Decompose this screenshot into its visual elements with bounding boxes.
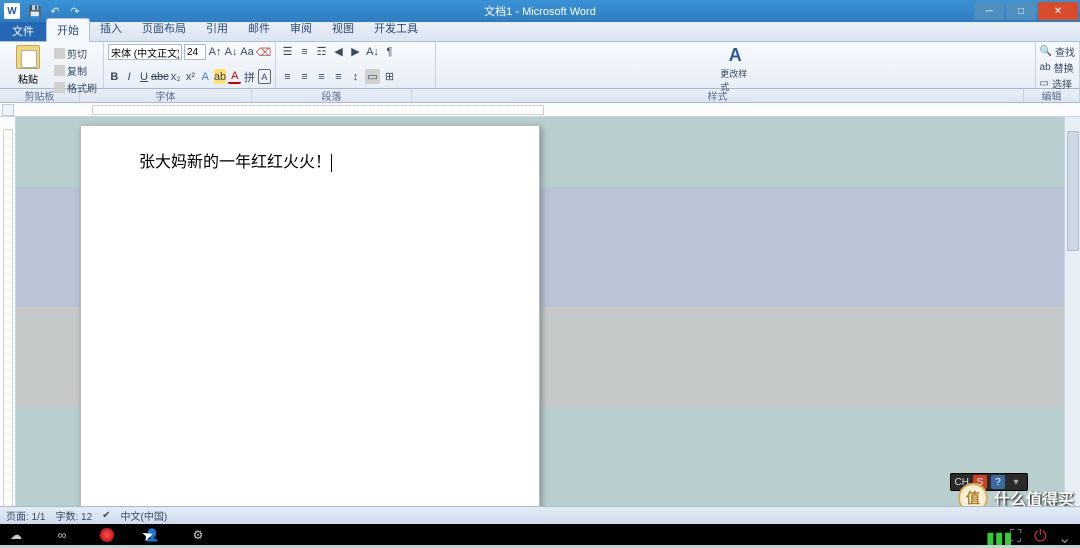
document-workspace: 张大妈新的一年红红火火！ CH S ? ▾ 值 什么值得买 [0,117,1080,535]
align-center-icon[interactable]: ≡ [297,69,312,84]
ribbon: 粘贴 剪切 复制 格式刷 A↑ A↓ Aa ⌫ B I U abc x₂ x² … [0,42,1080,89]
paste-label: 粘贴 [18,71,38,86]
tab-0[interactable]: 开始 [46,18,90,42]
strike-icon[interactable]: abc [152,69,167,84]
title-bar: W 💾 ↶ ↷ 文档1 - Microsoft Word ─ □ ✕ [0,0,1080,22]
find-button[interactable]: 🔍查找 [1040,44,1075,59]
format-painter-icon [54,82,65,93]
font-size-input[interactable] [184,44,206,60]
ribbon-tabs: 文件 开始插入页面布局引用邮件审阅视图开发工具 [0,22,1080,42]
numbering-icon[interactable]: ≡ [297,44,312,59]
settings-icon[interactable]: ⚙ [190,527,206,543]
line-spacing-icon[interactable]: ↕ [348,69,363,84]
show-marks-icon[interactable]: ¶ [382,44,397,59]
status-bar: 页面: 1/1 字数: 12 ✔ 中文(中国) [0,506,1080,524]
find-icon: 🔍 [1040,46,1052,57]
paragraph-group-label: 段落 [252,89,412,102]
phonetic-icon[interactable]: 拼 [243,69,256,84]
scrollbar-thumb[interactable] [1067,131,1079,251]
ruler-track [92,105,544,115]
font-group-label: 字体 [80,89,252,102]
text-cursor [331,154,332,172]
ruler-corner-icon[interactable] [2,104,14,116]
save-icon[interactable]: 💾 [28,4,42,18]
window-controls: ─ □ ✕ [974,2,1080,20]
shrink-font-icon[interactable]: A↓ [224,45,238,60]
cut-button[interactable]: 剪切 [54,46,97,61]
change-styles-icon: A [724,44,746,66]
justify-icon[interactable]: ≡ [331,69,346,84]
subscript-icon[interactable]: x₂ [169,69,182,84]
horizontal-ruler[interactable] [0,103,1080,117]
minimize-button[interactable]: ─ [974,2,1004,20]
replace-icon: ab [1040,62,1051,73]
document-content[interactable]: 张大妈新的一年红红火火！ [81,126,539,194]
superscript-icon[interactable]: x² [184,69,197,84]
bottom-toolbar: ☁ ∞ ➤ 👤 ⚙ ▮▮▮ ⛶ ⏻ ⌄ [0,524,1080,545]
paste-button[interactable]: 粘贴 [4,44,52,86]
toolbar-signal-icon[interactable]: ▮▮▮ [986,528,1000,542]
select-button[interactable]: ▭选择 [1040,76,1075,91]
paragraph-group: ☰ ≡ ☶ ◀ ▶ A↓ ¶ ≡ ≡ ≡ ≡ ↕ ▭ ⊞ [276,42,436,88]
dec-indent-icon[interactable]: ◀ [331,44,346,59]
align-right-icon[interactable]: ≡ [314,69,329,84]
language-status[interactable]: 中文(中国) [121,508,168,523]
text-effects-icon[interactable]: A [199,69,212,84]
vertical-ruler[interactable] [0,117,16,535]
copy-button[interactable]: 复制 [54,63,97,78]
replace-button[interactable]: ab替换 [1040,60,1075,75]
format-painter-button[interactable]: 格式刷 [54,80,97,95]
link-icon[interactable]: ∞ [54,527,70,543]
document-text: 张大妈新的一年红红火火！ [139,154,331,171]
underline-icon[interactable]: U [138,69,151,84]
font-group: A↑ A↓ Aa ⌫ B I U abc x₂ x² A ab A 拼 A [104,42,276,88]
page-count[interactable]: 页面: 1/1 [6,508,45,523]
document-page[interactable]: 张大妈新的一年红红火火！ [80,125,540,535]
font-color-icon[interactable]: A [228,69,241,84]
grow-font-icon[interactable]: A↑ [208,45,222,60]
change-styles-button[interactable]: A 更改样式 [720,44,750,93]
multilevel-icon[interactable]: ☶ [314,44,329,59]
align-left-icon[interactable]: ≡ [280,69,295,84]
toolbar-expand-icon[interactable]: ⌄ [1058,528,1072,542]
highlight-icon[interactable]: ab [214,69,227,84]
clipboard-group: 粘贴 剪切 复制 格式刷 [0,42,104,88]
word-app-icon: W [4,3,20,19]
spellcheck-icon[interactable]: ✔ [102,510,110,521]
bullets-icon[interactable]: ☰ [280,44,295,59]
record-icon[interactable] [100,528,114,542]
cut-icon [54,48,65,59]
paste-icon [16,45,40,69]
clear-format-icon[interactable]: ⌫ [256,45,271,60]
redo-icon[interactable]: ↷ [68,4,82,18]
maximize-button[interactable]: □ [1006,2,1036,20]
shading-icon[interactable]: ▭ [365,69,380,84]
italic-icon[interactable]: I [123,69,136,84]
char-border-icon[interactable]: A [258,69,271,84]
sort-icon[interactable]: A↓ [365,44,380,59]
change-case-icon[interactable]: Aa [240,45,254,60]
bold-icon[interactable]: B [108,69,121,84]
undo-icon[interactable]: ↶ [48,4,62,18]
toolbar-fullscreen-icon[interactable]: ⛶ [1010,528,1024,542]
toolbar-power-icon[interactable]: ⏻ [1034,528,1048,542]
font-name-input[interactable] [108,44,182,60]
borders-icon[interactable]: ⊞ [382,69,397,84]
styles-group-label: 样式 [412,89,1024,102]
word-count[interactable]: 字数: 12 [55,508,92,523]
quick-access-toolbar: 💾 ↶ ↷ [28,4,82,18]
ribbon-group-labels: 剪贴板 字体 段落 样式 编辑 [0,89,1080,103]
close-button[interactable]: ✕ [1038,2,1078,20]
inc-indent-icon[interactable]: ▶ [348,44,363,59]
window-title: 文档1 - Microsoft Word [484,3,596,19]
editing-group: 🔍查找 ab替换 ▭选择 [1036,42,1080,88]
file-tab[interactable]: 文件 [0,21,46,41]
vertical-scrollbar[interactable] [1064,117,1080,535]
styles-group: AaBbCcDc+正文AaBbCcDc+无间隔AaBbC标题 1AaBbCc标题… [436,42,1036,88]
cloud-icon[interactable]: ☁ [8,527,24,543]
select-icon: ▭ [1040,78,1049,89]
copy-icon [54,65,65,76]
